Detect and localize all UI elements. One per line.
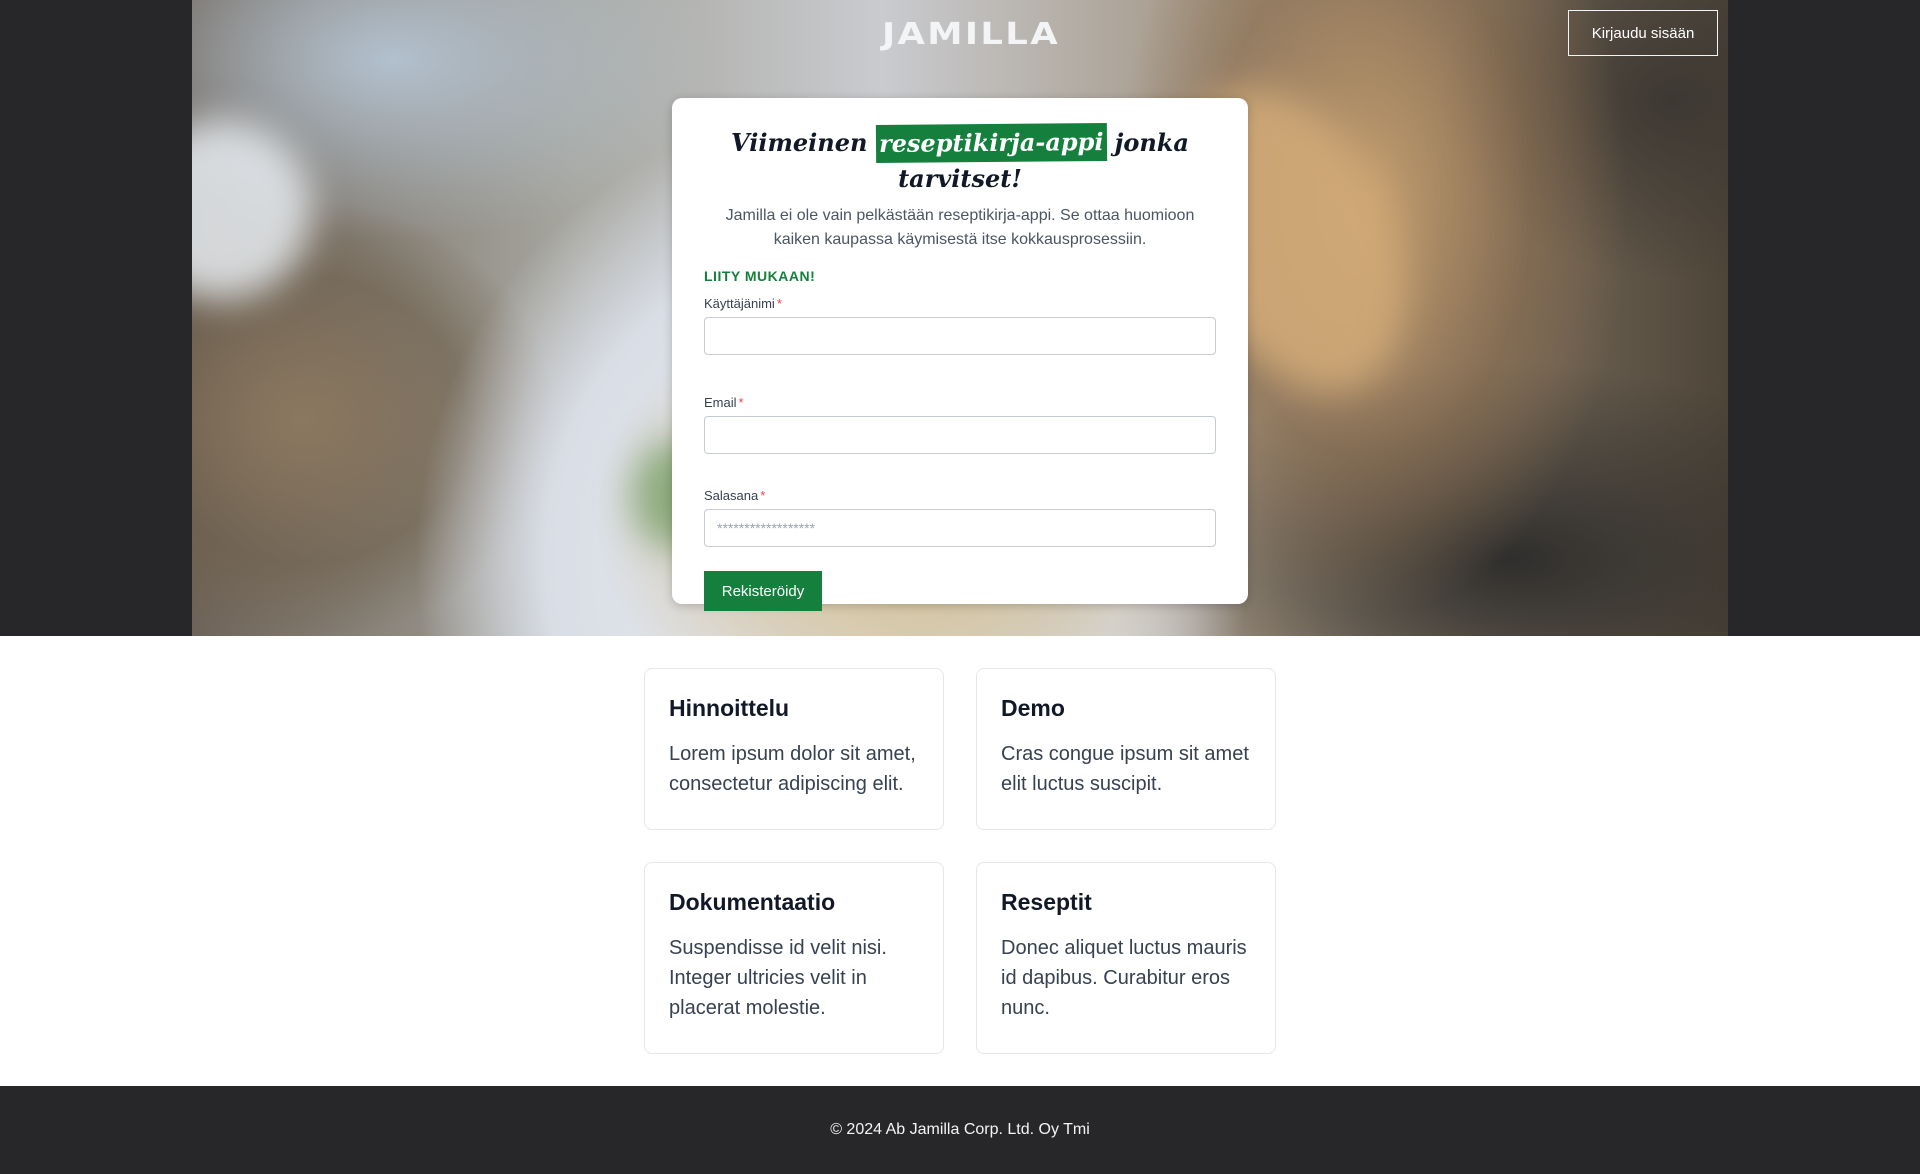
feature-text: Cras congue ipsum sit amet elit luctus s… — [1001, 743, 1249, 795]
register-button[interactable]: Rekisteröidy — [704, 571, 822, 611]
feature-card-documentation[interactable]: Dokumentaatio Suspendisse id velit nisi.… — [644, 862, 944, 1054]
brand-logo[interactable]: JAMILLA — [854, 18, 1088, 52]
feature-text: Suspendisse id velit nisi. Integer ultri… — [669, 937, 887, 1019]
headline-highlight: reseptikirja-appi — [875, 122, 1107, 164]
login-button[interactable]: Kirjaudu sisään — [1568, 10, 1718, 56]
feature-card-demo[interactable]: Demo Cras congue ipsum sit amet elit luc… — [976, 668, 1276, 830]
required-marker: * — [776, 296, 782, 311]
footer: © 2024 Ab Jamilla Corp. Ltd. Oy Tmi — [0, 1086, 1920, 1174]
join-label: LIITY MUKAAN! — [704, 268, 816, 284]
username-input[interactable] — [704, 317, 1216, 355]
signup-card: Viimeinen reseptikirja-appi jonka tarvit… — [672, 98, 1248, 611]
required-marker: * — [760, 488, 766, 503]
feature-text: Donec aliquet luctus mauris id dapibus. … — [1001, 937, 1247, 1019]
password-label-text: Salasana — [704, 488, 759, 503]
feature-text: Lorem ipsum dolor sit amet, consectetur … — [669, 743, 916, 795]
blurred-bowl — [192, 120, 312, 300]
username-label-text: Käyttäjänimi — [704, 296, 775, 311]
username-label: Käyttäjänimi * — [704, 296, 1216, 311]
password-label: Salasana * — [704, 488, 1216, 503]
email-label: Email * — [704, 395, 1216, 410]
feature-card-recipes[interactable]: Reseptit Donec aliquet luctus mauris id … — [976, 862, 1276, 1054]
feature-title: Demo — [1001, 695, 1065, 721]
feature-title: Dokumentaatio — [669, 889, 836, 915]
headline-start: Viimeinen — [731, 128, 868, 157]
signup-subtitle: Jamilla ei ole vain pelkästään reseptiki… — [725, 207, 1195, 248]
hero-section: JAMILLA Kirjaudu sisään Viimeinen resept… — [0, 0, 1920, 636]
password-input[interactable] — [704, 509, 1216, 547]
feature-title: Hinnoittelu — [669, 695, 790, 721]
footer-copyright: © 2024 Ab Jamilla Corp. Ltd. Oy Tmi — [830, 1121, 1090, 1138]
signup-headline: Viimeinen reseptikirja-appi jonka tarvit… — [704, 122, 1216, 196]
feature-title: Reseptit — [1001, 889, 1092, 915]
email-label-text: Email — [704, 395, 737, 410]
email-input[interactable] — [704, 416, 1216, 454]
required-marker: * — [738, 395, 744, 410]
feature-card-pricing[interactable]: Hinnoittelu Lorem ipsum dolor sit amet, … — [644, 668, 944, 830]
